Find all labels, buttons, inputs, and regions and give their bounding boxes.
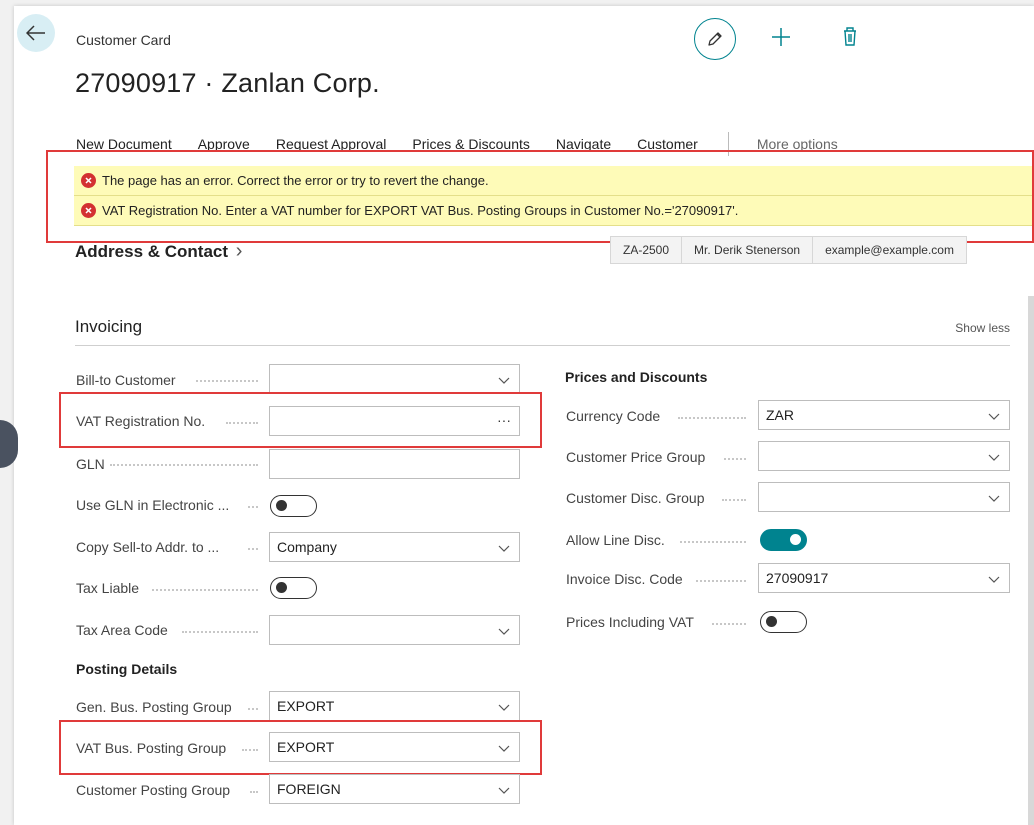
customer-posting-group-value: FOREIGN [277,781,341,797]
label-leader [152,589,258,591]
toggle-knob [276,500,287,511]
chevron-down-icon [988,454,1000,461]
toggle-knob [276,582,287,593]
copy-sell-to-field[interactable]: Company [269,532,520,562]
pencil-icon [708,32,722,46]
currency-code-field[interactable]: ZAR [758,400,1010,430]
back-button[interactable] [17,14,55,52]
gen-bus-posting-group-label: Gen. Bus. Posting Group [76,699,232,715]
prices-discounts-heading: Prices and Discounts [565,369,708,385]
tax-liable-label: Tax Liable [76,580,140,596]
customer-disc-group-field[interactable] [758,482,1010,512]
address-contact-header[interactable]: Address & Contact › [75,240,242,263]
label-leader [196,380,258,382]
label-leader [722,499,746,501]
plus-icon [772,28,790,46]
tax-area-code-field[interactable] [269,615,520,645]
invoice-disc-code-value: 27090917 [766,570,829,586]
post-code-chip: ZA-2500 [610,236,683,264]
label-leader [712,623,746,625]
chevron-down-icon [988,413,1000,420]
invoicing-title[interactable]: Invoicing [75,317,142,337]
label-leader [248,548,258,550]
chevron-down-icon [988,495,1000,502]
gln-field[interactable] [269,449,520,479]
prices-including-vat-label: Prices Including VAT [566,614,694,630]
section-divider [75,345,1010,346]
label-leader [248,708,258,710]
delete-button[interactable] [840,26,860,48]
gen-bus-posting-group-value: EXPORT [277,698,335,714]
use-gln-toggle[interactable] [270,495,317,517]
chevron-down-icon [498,545,510,552]
toggle-knob [790,534,801,545]
label-leader [678,417,746,419]
allow-line-disc-toggle[interactable] [760,529,807,551]
posting-details-heading: Posting Details [76,661,178,677]
use-gln-label: Use GLN in Electronic ... [76,497,230,513]
chevron-down-icon [498,377,510,384]
chevron-down-icon [498,787,510,794]
page-title: 27090917 · Zanlan Corp. [75,68,380,98]
gen-bus-posting-group-field[interactable]: EXPORT [269,691,520,721]
bill-to-customer-field[interactable] [269,364,520,394]
tax-area-code-label: Tax Area Code [76,622,168,638]
label-leader [680,541,746,543]
label-leader [696,580,746,582]
invoice-disc-code-label: Invoice Disc. Code [566,571,683,587]
customer-posting-group-label: Customer Posting Group [76,782,231,798]
customer-price-group-field[interactable] [758,441,1010,471]
tax-liable-toggle[interactable] [270,577,317,599]
toggle-knob [766,616,777,627]
allow-line-disc-label: Allow Line Disc. [566,532,665,548]
bill-to-customer-label: Bill-to Customer [76,372,176,388]
error-highlight [46,150,1034,243]
show-less-link[interactable]: Show less [955,321,1010,335]
copy-sell-to-value: Company [277,539,337,555]
vertical-scrollbar[interactable] [1028,296,1034,825]
chevron-down-icon [498,628,510,635]
invoice-disc-code-field[interactable]: 27090917 [758,563,1010,593]
prices-including-vat-toggle[interactable] [760,611,807,633]
vat-registration-highlight [59,392,542,448]
label-leader [250,791,258,793]
contact-chip: Mr. Derik Stenerson [682,236,814,264]
email-chip: example@example.com [813,236,967,264]
customer-disc-group-label: Customer Disc. Group [566,490,705,506]
label-leader [724,458,746,460]
copy-sell-to-label: Copy Sell-to Addr. to ... [76,539,220,555]
chevron-down-icon [498,704,510,711]
label-leader [110,464,258,466]
vat-bus-posting-group-highlight [59,720,542,775]
customer-posting-group-field[interactable]: FOREIGN [269,774,520,804]
customer-price-group-label: Customer Price Group [566,449,706,465]
trash-icon [844,27,856,46]
currency-code-value: ZAR [766,407,794,423]
address-contact-title: Address & Contact [75,242,229,261]
gln-label: GLN [76,456,105,472]
new-button[interactable] [768,24,794,50]
arrow-left-icon [26,25,45,41]
chevron-down-icon [988,576,1000,583]
page-caption: Customer Card [76,32,171,48]
label-leader [248,506,258,508]
edit-button[interactable] [694,18,736,60]
address-summary: ZA-2500 Mr. Derik Stenerson example@exam… [610,236,967,264]
label-leader [182,631,258,633]
currency-code-label: Currency Code [566,408,661,424]
chevron-right-icon: › [235,240,243,262]
